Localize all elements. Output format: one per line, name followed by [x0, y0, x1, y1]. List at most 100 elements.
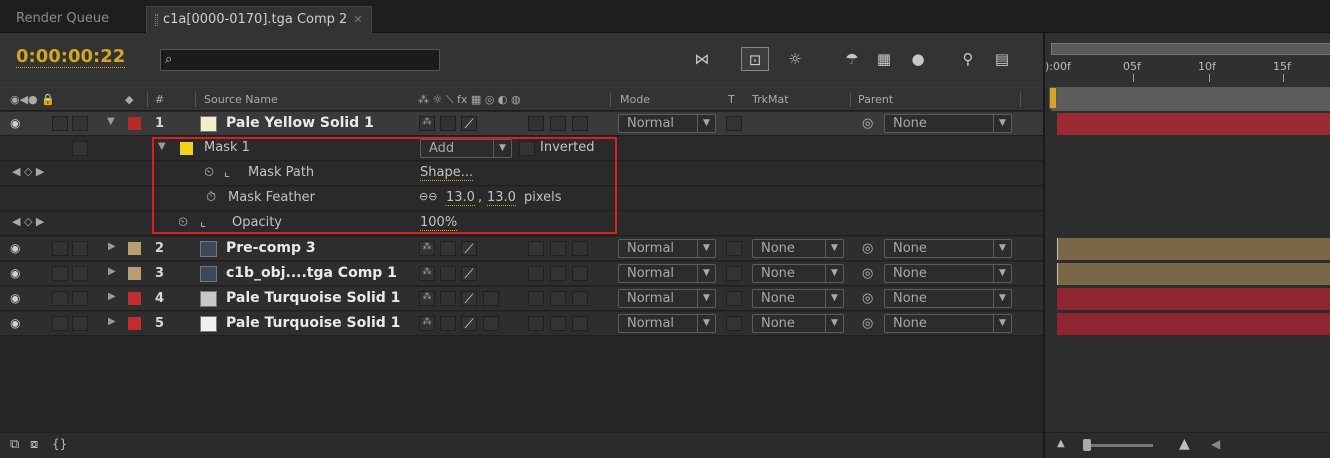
- graph-editor-icon[interactable]: ▤: [988, 47, 1016, 71]
- mode-dropdown[interactable]: Normal ▼: [618, 289, 716, 308]
- motion-blur-switch[interactable]: [550, 241, 566, 256]
- layer-name[interactable]: Pre-comp 3: [226, 240, 316, 256]
- 3d-layer-switch[interactable]: [572, 266, 588, 281]
- layer-name[interactable]: c1b_obj....tga Comp 1: [226, 265, 397, 281]
- layer-row-2[interactable]: ◉ ▶ 2 Pre-comp 3 ⁂ ⟋ Normal ▼ None ▼ ◎ Non…: [0, 237, 1043, 261]
- parent-column-header[interactable]: Parent: [858, 93, 893, 106]
- lock-switch[interactable]: [72, 266, 88, 281]
- layer-name[interactable]: Pale Turquoise Solid 1: [226, 315, 400, 331]
- layer-bar-4[interactable]: [1057, 288, 1330, 310]
- solo-switch[interactable]: [52, 316, 68, 331]
- quality-switch-icon[interactable]: ⟋: [461, 266, 477, 282]
- layer-row-1[interactable]: ◉ ▼ 1 Pale Yellow Solid 1 ⁂ ⟋ Normal ▼ ◎ …: [0, 112, 1043, 136]
- collapse-switch[interactable]: [440, 291, 456, 306]
- motion-blur-switch[interactable]: [550, 116, 566, 131]
- parent-dropdown[interactable]: None ▼: [884, 264, 1012, 283]
- shy-switch-icon[interactable]: ⁂: [419, 316, 435, 331]
- toggle-transfer-controls-icon[interactable]: ⧇: [30, 437, 38, 452]
- frame-blend-switch[interactable]: [528, 291, 544, 306]
- expand-triangle-icon[interactable]: ▶: [108, 316, 116, 327]
- pickwhip-icon[interactable]: ◎: [862, 116, 873, 131]
- label-column-icon[interactable]: ◆: [125, 93, 133, 106]
- shy-switch-icon[interactable]: ⁂: [419, 291, 435, 306]
- hide-shy-layers-icon[interactable]: ☼: [781, 47, 809, 71]
- frame-blend-switch[interactable]: [528, 241, 544, 256]
- preserve-transparency-switch[interactable]: [726, 116, 742, 131]
- collapse-switch[interactable]: [440, 241, 456, 256]
- trkmat-dropdown[interactable]: None ▼: [752, 289, 844, 308]
- zoom-slider-handle[interactable]: [1083, 439, 1091, 451]
- mode-dropdown[interactable]: Normal ▼: [618, 264, 716, 283]
- parent-dropdown[interactable]: None ▼: [884, 114, 1012, 133]
- layer-bar-5[interactable]: [1057, 313, 1330, 335]
- trkmat-dropdown[interactable]: None ▼: [752, 239, 844, 258]
- solo-switch[interactable]: [52, 241, 68, 256]
- label-color-chip[interactable]: [128, 242, 141, 255]
- t-column-header[interactable]: T: [728, 93, 735, 106]
- trkmat-dropdown[interactable]: None ▼: [752, 264, 844, 283]
- label-color-chip[interactable]: [128, 267, 141, 280]
- mode-dropdown[interactable]: Normal ▼: [618, 314, 716, 333]
- frame-blend-switch[interactable]: [528, 116, 544, 131]
- zoom-out-icon[interactable]: ▲: [1057, 438, 1065, 449]
- motion-blur-switch[interactable]: [550, 316, 566, 331]
- lock-switch[interactable]: [72, 291, 88, 306]
- trkmat-dropdown[interactable]: None ▼: [752, 314, 844, 333]
- mode-dropdown[interactable]: Normal ▼: [618, 114, 716, 133]
- preserve-transparency-switch[interactable]: [726, 266, 742, 281]
- label-color-chip[interactable]: [128, 317, 141, 330]
- parent-dropdown[interactable]: None ▼: [884, 314, 1012, 333]
- preserve-transparency-switch[interactable]: [726, 241, 742, 256]
- 3d-layer-switch[interactable]: [572, 241, 588, 256]
- shy-switch-icon[interactable]: ⁂: [419, 241, 435, 256]
- layer-row-3[interactable]: ◉ ▶ 3 c1b_obj....tga Comp 1 ⁂ ⟋ Normal ▼ …: [0, 262, 1043, 286]
- quality-switch-icon[interactable]: ⟋: [461, 241, 477, 257]
- motion-blur-switch[interactable]: [550, 291, 566, 306]
- toggle-in-out-icon[interactable]: {}: [52, 437, 67, 451]
- comp-mini-flowchart-icon[interactable]: ⋈: [688, 47, 716, 71]
- av-features-icon[interactable]: ◉◀● 🔒: [10, 93, 55, 106]
- search-input[interactable]: ⌕: [160, 49, 440, 71]
- keyframe-navigator-icon[interactable]: ◀ ◇ ▶: [12, 165, 44, 178]
- trkmat-column-header[interactable]: TrkMat: [752, 93, 789, 106]
- expand-triangle-icon[interactable]: ▶: [108, 291, 116, 302]
- time-ruler[interactable]: ):00f 05f 10f 15f: [1045, 33, 1330, 87]
- effect-switch[interactable]: [483, 316, 499, 331]
- mask-lock-switch[interactable]: [72, 141, 88, 156]
- frame-blend-switch[interactable]: [528, 266, 544, 281]
- eye-icon[interactable]: ◉: [10, 266, 28, 280]
- effect-switch[interactable]: [483, 291, 499, 306]
- label-color-chip[interactable]: [128, 292, 141, 305]
- auto-keyframe-icon[interactable]: ⚲: [954, 47, 982, 71]
- drag-grip-icon[interactable]: [155, 13, 158, 26]
- number-column-header[interactable]: #: [155, 93, 164, 106]
- close-tab-icon[interactable]: ✕: [353, 13, 362, 26]
- expand-triangle-icon[interactable]: ▼: [107, 116, 115, 127]
- switches-icons[interactable]: ⁂ ☼ ⟍ fx ▦ ◎ ◐ ◍: [418, 93, 521, 107]
- layer-row-4[interactable]: ◉ ▶ 4 Pale Turquoise Solid 1 ⁂ ⟋ Normal ▼…: [0, 287, 1043, 311]
- layer-row-5[interactable]: ◉ ▶ 5 Pale Turquoise Solid 1 ⁂ ⟋ Normal ▼…: [0, 312, 1043, 336]
- shy-switch-icon[interactable]: ⁂: [419, 266, 435, 281]
- parent-dropdown[interactable]: None ▼: [884, 289, 1012, 308]
- eye-icon[interactable]: ◉: [10, 116, 28, 130]
- current-time-display[interactable]: 0:00:00:22: [16, 47, 126, 68]
- 3d-layer-switch[interactable]: [572, 316, 588, 331]
- frame-blending-icon[interactable]: ☂: [838, 47, 866, 71]
- collapse-switch[interactable]: [440, 266, 456, 281]
- layer-bar-2[interactable]: [1057, 238, 1330, 260]
- layer-name[interactable]: Pale Turquoise Solid 1: [226, 290, 400, 306]
- motion-blur-icon[interactable]: ▦: [870, 47, 898, 71]
- preserve-transparency-switch[interactable]: [726, 291, 742, 306]
- zoom-in-icon[interactable]: ▲: [1179, 436, 1190, 452]
- label-color-chip[interactable]: [128, 117, 141, 130]
- tab-render-queue[interactable]: Render Queue: [8, 6, 117, 33]
- lock-switch[interactable]: [72, 241, 88, 256]
- scroll-left-icon[interactable]: ◀: [1211, 437, 1220, 451]
- motion-blur-switch[interactable]: [550, 266, 566, 281]
- lock-switch[interactable]: [72, 316, 88, 331]
- layer-name[interactable]: Pale Yellow Solid 1: [226, 115, 374, 131]
- frame-blend-switch[interactable]: [528, 316, 544, 331]
- pickwhip-icon[interactable]: ◎: [862, 316, 873, 331]
- mode-dropdown[interactable]: Normal ▼: [618, 239, 716, 258]
- solo-switch[interactable]: [52, 266, 68, 281]
